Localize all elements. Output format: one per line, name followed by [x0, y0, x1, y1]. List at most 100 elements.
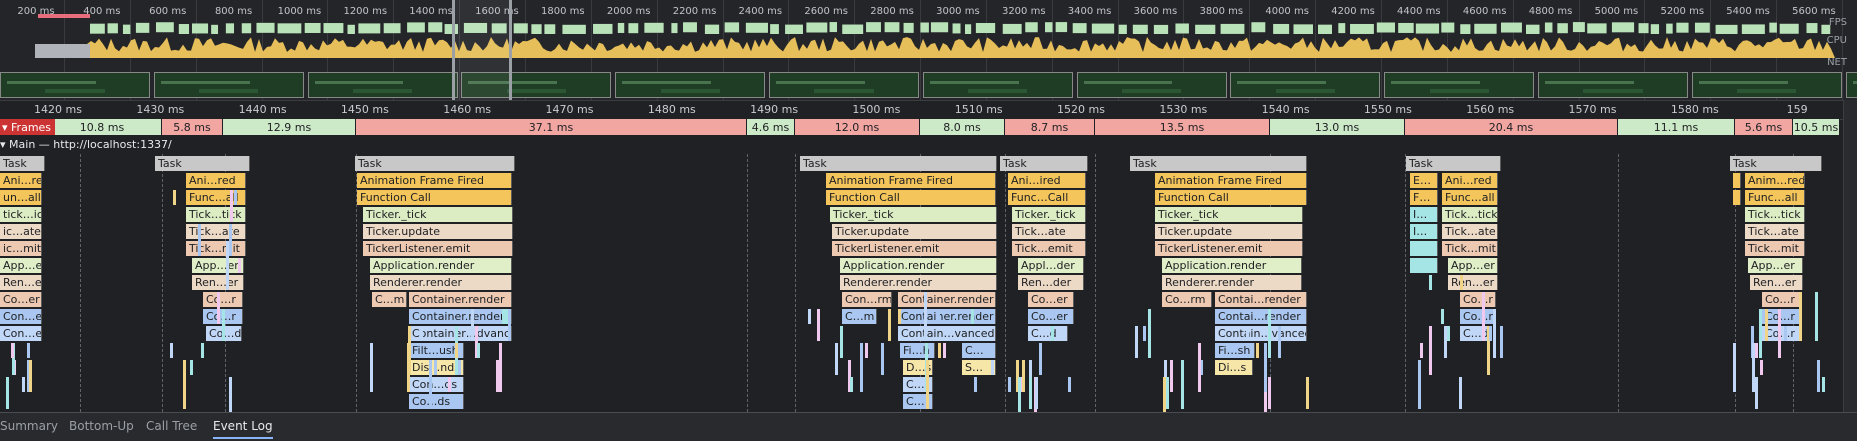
call-bar[interactable]: Ticker._tick — [1012, 207, 1086, 222]
call-bar[interactable]: Co…r — [1762, 292, 1800, 307]
small-call-bar[interactable] — [880, 343, 884, 375]
call-bar[interactable]: Tick…mit — [1442, 241, 1498, 256]
frame-block[interactable]: 8.0 ms — [920, 119, 1005, 135]
small-call-bar[interactable] — [860, 343, 864, 392]
call-bar[interactable]: Contai…render — [1215, 292, 1307, 307]
frame-block[interactable]: 5.6 ms — [1735, 119, 1793, 135]
small-call-bar[interactable] — [1489, 326, 1493, 341]
call-bar[interactable]: Container…dvanced — [409, 326, 512, 341]
small-call-bar[interactable] — [26, 343, 30, 358]
call-bar[interactable]: Application.render — [840, 258, 997, 273]
call-bar[interactable]: TickerListener.emit — [1155, 241, 1303, 256]
call-bar[interactable]: Container.render — [898, 292, 996, 307]
call-bar[interactable]: Function Call — [357, 190, 512, 205]
call-bar[interactable]: Ren…er — [1448, 275, 1498, 290]
small-call-bar[interactable] — [1143, 326, 1147, 341]
small-call-bar[interactable] — [990, 360, 994, 375]
small-call-bar[interactable] — [1245, 326, 1249, 341]
call-bar[interactable]: Container.render — [409, 292, 512, 307]
small-call-bar[interactable] — [183, 360, 187, 409]
small-call-bar[interactable] — [238, 258, 242, 273]
small-call-bar[interactable] — [926, 360, 930, 409]
call-bar[interactable]: TickerListener.emit — [832, 241, 997, 256]
task-bar[interactable]: Task — [1406, 156, 1501, 171]
small-call-bar[interactable] — [1759, 309, 1763, 358]
frame-block[interactable]: 37.1 ms — [356, 119, 747, 135]
small-call-bar[interactable] — [974, 377, 978, 392]
frame-block[interactable]: 13.5 ms — [1095, 119, 1270, 135]
call-bar[interactable]: Application.render — [1162, 258, 1302, 273]
call-bar[interactable]: Contai…render — [1215, 309, 1307, 324]
call-bar[interactable]: E… — [1410, 173, 1438, 188]
call-bar[interactable]: Fi…sh — [1215, 343, 1255, 358]
small-call-bar[interactable] — [498, 343, 502, 392]
tab-summary[interactable]: Summary — [0, 419, 58, 433]
call-bar[interactable]: Animation Frame Fired — [826, 173, 996, 188]
small-call-bar[interactable] — [1419, 343, 1423, 358]
call-bar[interactable]: Animation Frame Fired — [357, 173, 512, 188]
frames-track-label[interactable]: ▾ Frames — [0, 119, 56, 135]
call-bar[interactable]: Ticker.update — [1155, 224, 1303, 239]
small-call-bar[interactable] — [1759, 360, 1763, 375]
small-call-bar[interactable] — [834, 343, 838, 375]
call-bar[interactable]: Appl…der — [1018, 258, 1084, 273]
call-bar[interactable]: Ren…er — [192, 275, 244, 290]
small-call-bar[interactable] — [1417, 360, 1421, 409]
call-bar[interactable]: Con…er — [0, 309, 42, 324]
call-bar[interactable]: F… — [1410, 190, 1438, 205]
small-call-bar[interactable] — [1764, 309, 1768, 341]
small-call-bar[interactable] — [1050, 326, 1054, 341]
small-call-bar[interactable] — [1008, 377, 1012, 392]
call-bar[interactable]: Renderer.render — [1162, 275, 1302, 290]
call-bar[interactable]: Contain…vanced — [1215, 326, 1307, 341]
small-call-bar[interactable] — [1817, 360, 1821, 392]
small-call-bar[interactable] — [1500, 326, 1504, 358]
frame-block[interactable]: 10.5 ms — [1793, 119, 1840, 135]
small-call-bar[interactable] — [1492, 309, 1496, 358]
small-call-bar[interactable] — [1428, 326, 1432, 375]
call-bar[interactable]: Tick…ate — [1745, 224, 1805, 239]
call-bar[interactable]: Tick…ate — [186, 224, 246, 239]
small-call-bar[interactable] — [1035, 377, 1038, 409]
small-call-bar[interactable] — [849, 377, 853, 392]
small-call-bar[interactable] — [938, 343, 942, 358]
call-bar[interactable]: ic…ate — [0, 224, 42, 239]
call-bar[interactable]: Tick…mit — [1745, 241, 1805, 256]
small-call-bar[interactable] — [1751, 343, 1755, 392]
call-bar[interactable]: App…er — [192, 258, 244, 273]
small-call-bar[interactable] — [1814, 292, 1818, 341]
small-call-bar[interactable] — [10, 343, 14, 358]
frame-block[interactable]: 13.0 ms — [1270, 119, 1405, 135]
call-bar[interactable]: Ticker._tick — [830, 207, 997, 222]
call-bar[interactable]: Ani…red — [1442, 173, 1498, 188]
small-call-bar[interactable] — [808, 309, 812, 324]
call-bar[interactable]: Animation Frame Fired — [1155, 173, 1307, 188]
small-call-bar[interactable] — [169, 343, 173, 358]
call-bar[interactable] — [1733, 173, 1741, 188]
call-bar[interactable]: Tick…tick — [186, 207, 246, 222]
vertical-scrollbar[interactable] — [1843, 100, 1857, 412]
call-bar[interactable]: Ticker._tick — [1155, 207, 1303, 222]
small-call-bar[interactable] — [419, 326, 423, 341]
small-call-bar[interactable] — [429, 360, 433, 409]
call-bar[interactable]: Co…r — [203, 292, 243, 307]
call-bar[interactable] — [1410, 258, 1438, 273]
small-call-bar[interactable] — [1755, 343, 1759, 358]
small-call-bar[interactable] — [971, 309, 975, 324]
call-bar[interactable]: Ani…ired — [1008, 173, 1086, 188]
small-call-bar[interactable] — [1017, 377, 1021, 412]
frame-block[interactable]: 4.6 ms — [747, 119, 795, 135]
call-bar[interactable]: Renderer.render — [840, 275, 997, 290]
small-call-bar[interactable] — [1798, 292, 1802, 341]
small-call-bar[interactable] — [504, 309, 508, 324]
small-call-bar[interactable] — [1198, 343, 1202, 392]
call-bar[interactable]: C…m — [842, 309, 877, 324]
small-call-bar[interactable] — [1306, 377, 1310, 409]
tab-bottom-up[interactable]: Bottom-Up — [69, 419, 134, 433]
call-bar[interactable]: Anim…red — [1745, 173, 1805, 188]
call-bar[interactable]: I… — [1410, 224, 1438, 239]
call-bar[interactable]: I… — [1410, 207, 1438, 222]
task-bar[interactable]: Task — [355, 156, 515, 171]
call-bar[interactable]: Co…er — [1028, 309, 1074, 324]
small-call-bar[interactable] — [1482, 292, 1486, 341]
